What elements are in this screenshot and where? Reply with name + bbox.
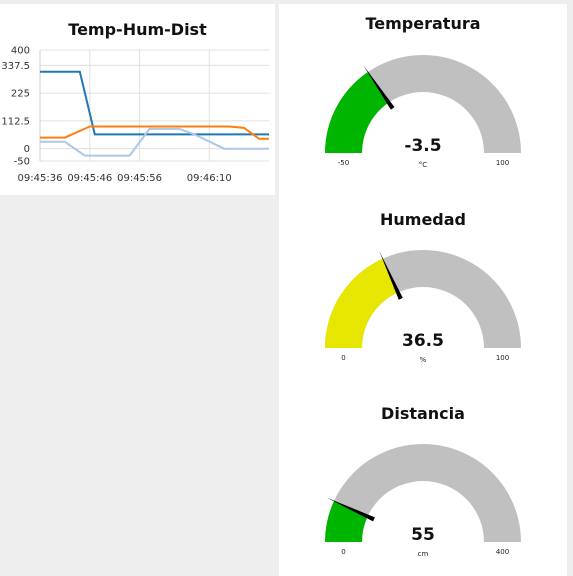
gauge-max-temperatura: 100 [496,159,509,167]
y-tick-label: 337.5 [1,61,30,72]
x-tick-label: 09:45:46 [67,173,112,184]
x-tick-label: 09:45:56 [117,173,162,184]
x-tick-label: 09:45:36 [18,173,63,184]
gauges-card: Temperatura Humedad Distancia -3.5 °C -50 1… [279,4,567,576]
gauge-unit-distancia: cm [418,550,429,558]
y-tick-label: -50 [14,157,30,168]
series-line-0 [40,70,269,136]
gauge-min-temperatura: -50 [338,159,349,167]
gauge-value-distancia: 55 [411,525,435,545]
x-tick-label: 09:46:10 [187,173,232,184]
gauge-value-humedad: 36.5 [402,331,444,351]
gauge-min-humedad: 0 [341,354,345,362]
gauge-max-distancia: 400 [496,548,509,556]
y-tick-label: 400 [11,46,30,57]
y-tick-label: 112.5 [1,116,30,127]
y-tick-label: 0 [24,144,30,155]
gauge-unit-humedad: % [420,356,427,364]
line-chart: 400 337.5 225 112.5 0 -50 09:45:36 09:45:46 09:4… [1,46,269,184]
gauge-unit-temperatura: °C [419,161,428,169]
gauges-svg: -3.5 °C -50 100 36.5% 0 100 55 cm 0 400 [325,55,521,558]
gauge-min-distancia: 0 [341,548,345,556]
y-tick-label: 225 [11,89,30,100]
gauge-fill-humedad [325,258,398,348]
gauge-value-temperatura: -3.5 [404,136,441,156]
chart-card: Temp-Hum-Dist 400 337.5 225 112.5 0 -50 09:45:… [0,4,275,195]
gauge-max-humedad: 100 [496,354,509,362]
